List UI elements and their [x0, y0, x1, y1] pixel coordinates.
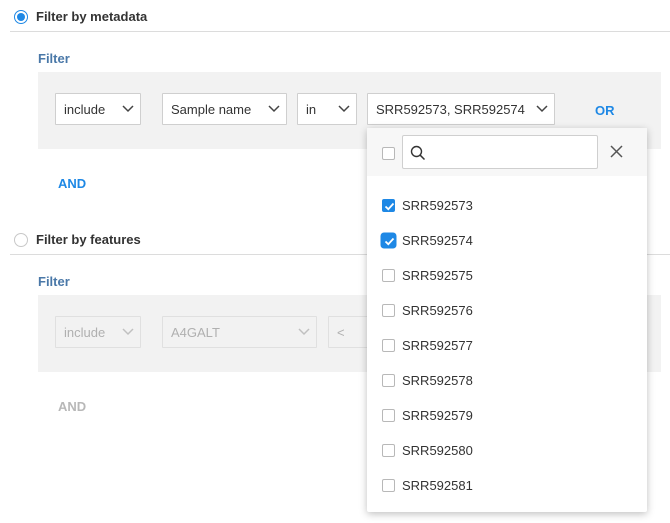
option-label: SRR592580	[402, 443, 473, 458]
option-checkbox[interactable]	[382, 269, 395, 282]
features-mode-select: include	[55, 316, 141, 348]
option-item[interactable]: SRR592576	[367, 293, 647, 328]
option-checkbox[interactable]	[382, 444, 395, 457]
features-filter-label: Filter	[38, 274, 70, 289]
features-mode-value: include	[64, 324, 106, 340]
metadata-operator-select[interactable]: in	[297, 93, 357, 125]
chevron-down-icon	[530, 93, 554, 125]
metadata-values-select[interactable]: SRR592573, SRR592574	[367, 93, 555, 125]
chevron-down-icon	[116, 316, 140, 348]
chevron-down-icon	[116, 93, 140, 125]
radio-button-checked[interactable]	[14, 9, 28, 24]
select-all-checkbox[interactable]	[382, 147, 395, 160]
metadata-mode-select[interactable]: include	[55, 93, 141, 125]
filter-by-metadata-label: Filter by metadata	[36, 9, 148, 24]
option-checkbox[interactable]	[382, 409, 395, 422]
option-label: SRR592573	[402, 198, 473, 213]
option-item[interactable]: SRR592580	[367, 433, 647, 468]
option-item[interactable]: SRR592578	[367, 363, 647, 398]
option-item[interactable]: SRR592577	[367, 328, 647, 363]
metadata-field-select[interactable]: Sample name	[162, 93, 287, 125]
or-button[interactable]: OR	[595, 103, 615, 118]
features-feature-value: A4GALT	[171, 324, 220, 340]
option-label: SRR592581	[402, 478, 473, 493]
option-checkbox[interactable]	[382, 199, 395, 212]
chevron-down-icon	[262, 93, 286, 125]
option-checkbox[interactable]	[382, 479, 395, 492]
chevron-down-icon	[332, 93, 356, 125]
option-item[interactable]: SRR592581	[367, 468, 647, 503]
values-dropdown: SRR592573 SRR592574 SRR592575 SRR592576 SRR5…	[367, 128, 647, 512]
option-checkbox[interactable]	[382, 374, 395, 387]
search-input[interactable]	[433, 136, 597, 170]
option-checkbox[interactable]	[382, 304, 395, 317]
section-divider	[10, 31, 670, 32]
option-label: SRR592574	[402, 233, 473, 248]
filter-by-features-label: Filter by features	[36, 232, 141, 247]
search-icon	[410, 145, 426, 166]
features-and-button: AND	[58, 399, 87, 414]
metadata-mode-value: include	[64, 101, 106, 117]
option-checkbox[interactable]	[382, 339, 395, 352]
close-icon[interactable]	[610, 145, 623, 163]
option-checkbox[interactable]	[382, 234, 395, 247]
option-item[interactable]: SRR592574	[367, 223, 647, 258]
option-label: SRR592579	[402, 408, 473, 423]
option-label: SRR592575	[402, 268, 473, 283]
option-item[interactable]: SRR592573	[367, 188, 647, 223]
option-label: SRR592578	[402, 373, 473, 388]
metadata-field-value: Sample name	[171, 101, 252, 117]
dropdown-header	[367, 128, 647, 176]
option-label: SRR592577	[402, 338, 473, 353]
features-feature-select: A4GALT	[162, 316, 317, 348]
filter-by-features-radio[interactable]: Filter by features	[14, 232, 141, 247]
option-label: SRR592576	[402, 303, 473, 318]
metadata-filter-label: Filter	[38, 51, 70, 66]
search-box[interactable]	[402, 135, 598, 170]
metadata-operator-value: in	[306, 101, 317, 117]
option-item[interactable]: SRR592575	[367, 258, 647, 293]
option-item[interactable]: SRR592579	[367, 398, 647, 433]
filter-by-metadata-radio[interactable]: Filter by metadata	[14, 9, 147, 24]
metadata-values-value: SRR592573, SRR592574	[376, 101, 525, 117]
radio-button-unchecked[interactable]	[14, 232, 28, 247]
chevron-down-icon	[292, 316, 316, 348]
metadata-and-button[interactable]: AND	[58, 176, 86, 191]
